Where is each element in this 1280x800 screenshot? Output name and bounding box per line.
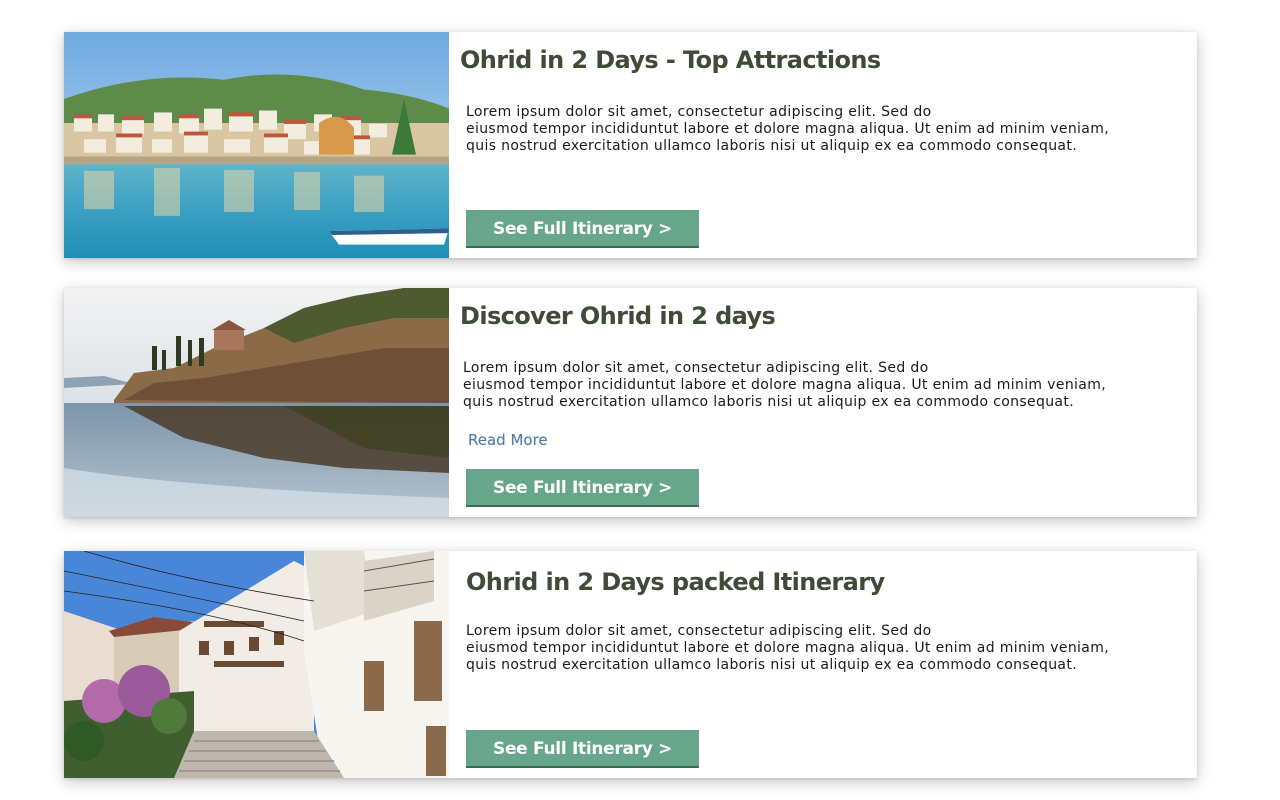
description-line: quis nostrud exercitation ullamco labori… [466,138,1078,154]
itinerary-card-1: Ohrid in 2 Days - Top Attractions Lorem … [64,32,1197,258]
itinerary-card-3: Ohrid in 2 Days packed Itinerary Lorem i… [64,551,1197,778]
description-line: quis nostrud exercitation ullamco labori… [466,657,1078,673]
card-description: Lorem ipsum dolor sit amet, consectetur … [463,360,1183,411]
itinerary-card-2: Discover Ohrid in 2 days Lorem ipsum dol… [64,288,1197,517]
church-on-cliff-photo [64,288,449,517]
card-title: Ohrid in 2 Days packed Itinerary [466,568,885,596]
description-line: eiusmod tempor incididuntut labore et do… [466,121,1109,137]
button-label: See Full Itinerary > [493,739,673,759]
card-title: Discover Ohrid in 2 days [460,302,776,330]
description-line: eiusmod tempor incididuntut labore et do… [463,377,1106,393]
description-line: Lorem ipsum dolor sit amet, consectetur … [466,104,932,120]
card-content: Ohrid in 2 Days - Top Attractions Lorem … [450,32,1197,258]
description-line: Lorem ipsum dolor sit amet, consectetur … [463,360,929,376]
description-line: Lorem ipsum dolor sit amet, consectetur … [466,623,932,639]
old-town-street-photo [64,551,449,778]
read-more-link[interactable]: Read More [468,431,548,449]
description-line: quis nostrud exercitation ullamco labori… [463,394,1075,410]
see-full-itinerary-button[interactable]: See Full Itinerary > [466,730,699,768]
card-description: Lorem ipsum dolor sit amet, consectetur … [466,623,1186,674]
card-description: Lorem ipsum dolor sit amet, consectetur … [466,104,1186,155]
card-title: Ohrid in 2 Days - Top Attractions [460,46,881,74]
button-label: See Full Itinerary > [493,478,673,498]
card-content: Discover Ohrid in 2 days Lorem ipsum dol… [450,288,1197,517]
button-label: See Full Itinerary > [493,219,673,239]
see-full-itinerary-button[interactable]: See Full Itinerary > [466,210,699,248]
card-content: Ohrid in 2 Days packed Itinerary Lorem i… [450,551,1197,778]
ohrid-old-town-lakeside-photo [64,32,449,258]
see-full-itinerary-button[interactable]: See Full Itinerary > [466,469,699,507]
description-line: eiusmod tempor incididuntut labore et do… [466,640,1109,656]
